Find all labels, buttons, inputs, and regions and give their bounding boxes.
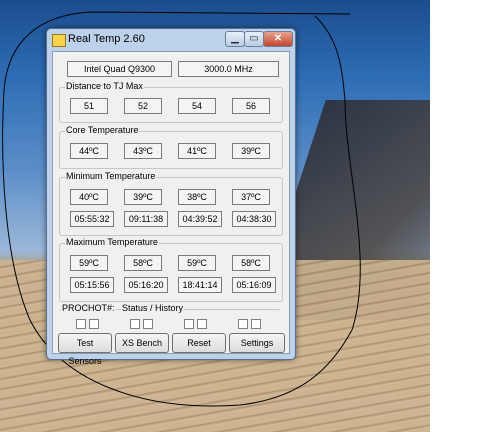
- xs-bench-button[interactable]: XS Bench: [115, 333, 169, 353]
- core-temp-0: 44ºC: [70, 143, 108, 159]
- prochot-history-checkbox-1[interactable]: [143, 319, 153, 329]
- prochot-group: PROCHOT#: Status / History: [59, 303, 281, 329]
- max-time-1: 05:16:20: [124, 277, 168, 293]
- min-time-2: 04:39:52: [178, 211, 222, 227]
- distance-core-0: 51: [70, 98, 108, 114]
- min-temp-0: 40ºC: [70, 189, 108, 205]
- min-temp-2: 38ºC: [178, 189, 216, 205]
- max-temp-1: 58ºC: [124, 255, 162, 271]
- max-temp-0: 59ºC: [70, 255, 108, 271]
- max-time-0: 05:15:56: [70, 277, 114, 293]
- core-temp-1: 43ºC: [124, 143, 162, 159]
- prochot-history-checkbox-3[interactable]: [251, 319, 261, 329]
- prochot-status-checkbox-1[interactable]: [130, 319, 140, 329]
- max-temp-3: 58ºC: [232, 255, 270, 271]
- min-temp-3: 37ºC: [232, 189, 270, 205]
- prochot-status-checkbox-3[interactable]: [238, 319, 248, 329]
- min-time-1: 09:11:38: [124, 211, 168, 227]
- max-temp-group: Maximum Temperature 59ºC 58ºC 59ºC 58ºC …: [59, 237, 283, 302]
- client-area: Intel Quad Q9300 3000.0 MHz Distance to …: [52, 51, 290, 366]
- distance-core-3: 56: [232, 98, 270, 114]
- maximize-button[interactable]: ▭: [244, 31, 264, 47]
- distance-label: Distance to TJ Max: [65, 81, 144, 91]
- max-time-2: 18:41:14: [178, 277, 222, 293]
- close-button[interactable]: ✕: [263, 31, 293, 47]
- settings-button[interactable]: Settings: [229, 333, 285, 353]
- max-temp-label: Maximum Temperature: [65, 237, 159, 247]
- prochot-history-checkbox-0[interactable]: [89, 319, 99, 329]
- cpu-model-field: Intel Quad Q9300: [67, 61, 172, 77]
- core-temp-2: 41ºC: [178, 143, 216, 159]
- min-time-3: 04:38:30: [232, 211, 276, 227]
- cpu-speed-field: 3000.0 MHz: [178, 61, 279, 77]
- reset-button[interactable]: Reset: [172, 333, 226, 353]
- max-temp-2: 59ºC: [178, 255, 216, 271]
- distance-group: Distance to TJ Max 51 52 54 56: [59, 81, 283, 123]
- core-temp-3: 39ºC: [232, 143, 270, 159]
- min-time-0: 05:55:32: [70, 211, 114, 227]
- max-time-3: 05:16:09: [232, 277, 276, 293]
- test-sensors-button[interactable]: Test Sensors: [58, 333, 112, 366]
- min-temp-1: 39ºC: [124, 189, 162, 205]
- prochot-label: PROCHOT#:: [61, 303, 116, 313]
- min-temp-label: Minimum Temperature: [65, 171, 157, 181]
- core-temp-label: Core Temperature: [65, 125, 140, 135]
- min-temp-group: Minimum Temperature 40ºC 39ºC 38ºC 37ºC …: [59, 171, 283, 236]
- prochot-status-checkbox-2[interactable]: [184, 319, 194, 329]
- status-history-label: Status / History: [121, 303, 185, 313]
- distance-core-2: 54: [178, 98, 216, 114]
- prochot-history-checkbox-2[interactable]: [197, 319, 207, 329]
- distance-core-1: 52: [124, 98, 162, 114]
- core-temp-group: Core Temperature 44ºC 43ºC 41ºC 39ºC: [59, 125, 283, 169]
- prochot-status-checkbox-0[interactable]: [76, 319, 86, 329]
- app-icon: [52, 34, 66, 47]
- minimize-button[interactable]: ▁: [225, 31, 245, 47]
- window-title: Real Temp 2.60: [68, 33, 145, 45]
- real-temp-window: Real Temp 2.60 ▁ ▭ ✕ Intel Quad Q9300 30…: [46, 28, 296, 366]
- title-bar[interactable]: Real Temp 2.60 ▁ ▭ ✕: [47, 29, 295, 51]
